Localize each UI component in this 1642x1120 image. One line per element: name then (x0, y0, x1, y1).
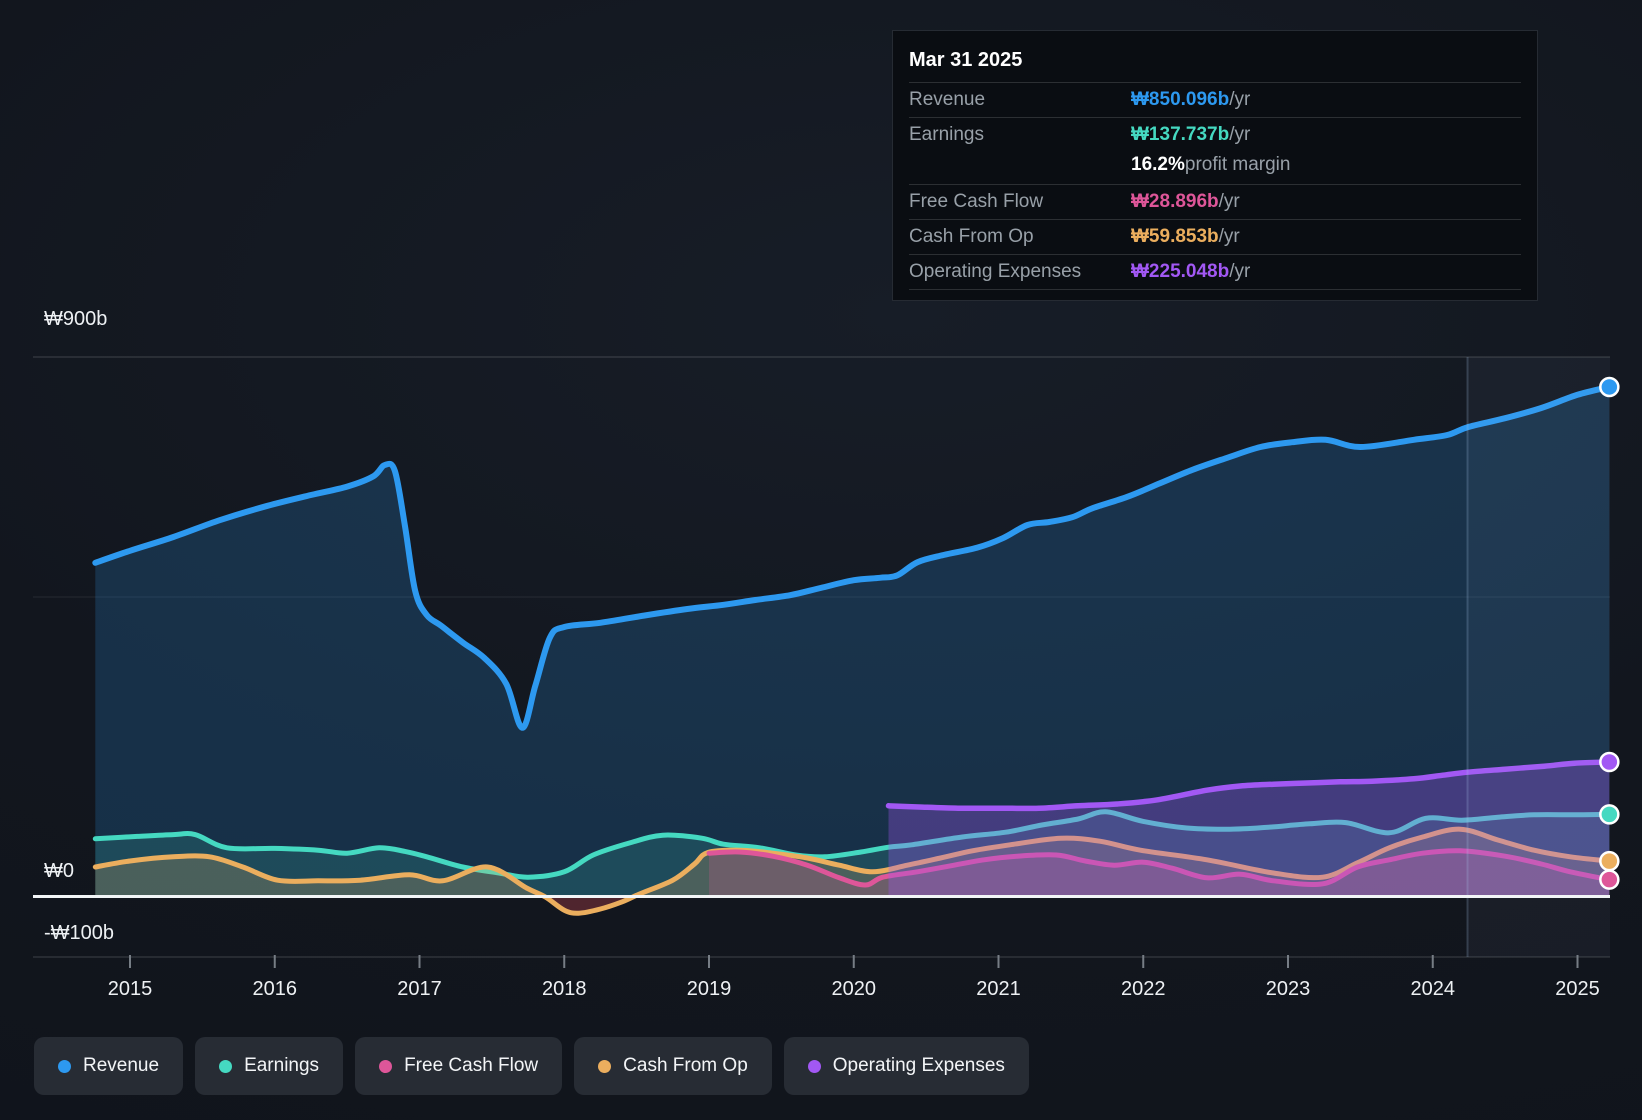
tooltip-label-revenue: Revenue (909, 89, 986, 110)
x-axis-label-2015: 2015 (108, 978, 153, 1000)
tooltip-profit-margin: 16.2% profit margin (1131, 154, 1291, 175)
x-axis-label-2024: 2024 (1411, 978, 1456, 1000)
chart-hover-area[interactable] (33, 340, 1610, 957)
legend-item-earnings[interactable]: Earnings (195, 1037, 344, 1095)
tooltip-value-suffix: /yr (1218, 191, 1240, 212)
x-axis-label-2025: 2025 (1555, 978, 1600, 1000)
tooltip-rows: Revenue ₩850.096b /yr Earnings ₩137.737b /y… (909, 82, 1521, 290)
tooltip-row-revenue: Revenue ₩850.096b /yr (909, 82, 1521, 117)
legend-dot-opex (807, 1059, 821, 1073)
tooltip-value-suffix: /yr (1229, 124, 1251, 145)
x-axis-label-2022: 2022 (1121, 978, 1166, 1000)
financial-chart-page: 2015 2016 2017 2018 2019 2020 2021 2022 2023 2024… (0, 0, 1642, 1120)
tooltip-row-cashop: Cash From Op ₩59.853b /yr (909, 219, 1521, 254)
tooltip-value-fcf: ₩28.896b (1131, 191, 1219, 212)
x-axis-label-2019: 2019 (687, 978, 732, 1000)
x-axis-label-2018: 2018 (542, 978, 587, 1000)
tooltip-label-cashop: Cash From Op (909, 226, 1034, 247)
legend-label-revenue: Revenue (83, 1055, 160, 1076)
legend-dot-earnings (219, 1059, 233, 1073)
x-axis-label-2021: 2021 (976, 978, 1021, 1000)
tooltip-value-earnings: ₩137.737b (1131, 124, 1230, 145)
legend-label-opex: Operating Expenses (832, 1055, 1005, 1076)
legend-dot-fcf (379, 1059, 393, 1073)
tooltip-label-fcf: Free Cash Flow (909, 191, 1044, 212)
tooltip-value-revenue: ₩850.096b (1131, 89, 1230, 110)
x-axis-label-2020: 2020 (832, 978, 877, 1000)
tooltip-value-suffix: /yr (1229, 261, 1251, 282)
y-axis-label-900b: ₩900b (44, 308, 107, 330)
tooltip-date: Mar 31 2025 (909, 49, 1023, 71)
legend-dot-cashop (598, 1059, 612, 1073)
legend-item-opex[interactable]: Operating Expenses (783, 1037, 1029, 1095)
tooltip-value-suffix: /yr (1229, 89, 1251, 110)
tooltip-value-suffix: /yr (1218, 226, 1240, 247)
tooltip-label-opex: Operating Expenses (909, 261, 1082, 282)
tooltip-value-cashop: ₩59.853b (1131, 226, 1219, 247)
chart-tooltip: Mar 31 2025 Revenue ₩850.096b /yr Earnings… (892, 30, 1538, 301)
legend-label-fcf: Free Cash Flow (404, 1055, 539, 1076)
tooltip-row-earnings: Earnings ₩137.737b /yr (909, 117, 1521, 152)
legend-item-revenue[interactable]: Revenue (34, 1037, 184, 1095)
legend-label-cashop: Cash From Op (623, 1055, 748, 1076)
legend-label-earnings: Earnings (244, 1055, 320, 1076)
x-axis-label-2017: 2017 (397, 978, 442, 1000)
tooltip-value-opex: ₩225.048b (1131, 261, 1230, 282)
tooltip-row-fcf: Free Cash Flow ₩28.896b /yr (909, 184, 1521, 219)
legend-item-fcf[interactable]: Free Cash Flow (355, 1037, 563, 1095)
x-axis-label-2016: 2016 (253, 978, 298, 1000)
legend-item-cashop[interactable]: Cash From Op (574, 1037, 772, 1095)
chart-legend: Revenue Earnings Free Cash Flow Cash From O… (34, 1037, 1029, 1095)
tooltip-label-earnings: Earnings (909, 124, 984, 145)
legend-dot-revenue (58, 1059, 71, 1073)
tooltip-row-opex: Operating Expenses ₩225.048b /yr (909, 254, 1521, 289)
x-axis-label-2023: 2023 (1266, 978, 1311, 1000)
